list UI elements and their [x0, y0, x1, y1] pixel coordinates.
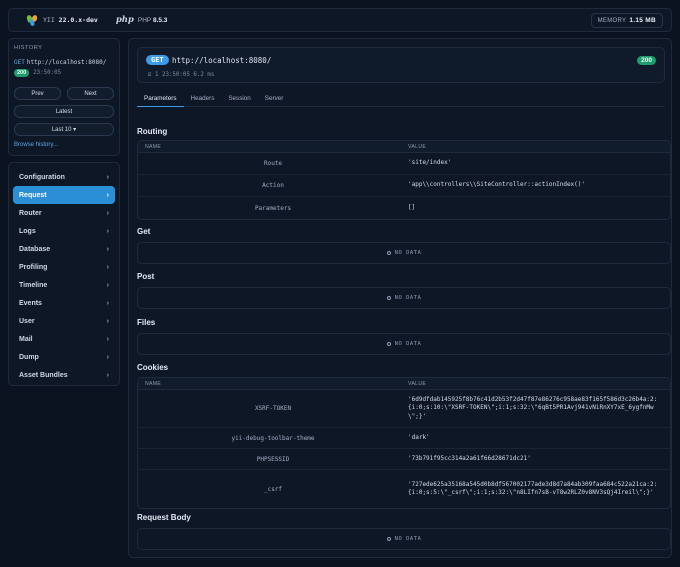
- top-bar: YII 22.0.x-dev php PHP 8.5.3 MEMORY 1.15 …: [8, 8, 672, 32]
- status-badge: 200: [14, 69, 30, 77]
- nav-item-logs[interactable]: Logs ›: [13, 222, 115, 240]
- empty-circle-icon: [386, 536, 391, 541]
- history-panel: HISTORY GET http://localhost:8080/ 200 23…: [8, 38, 120, 156]
- nav-item-database[interactable]: Database ›: [13, 240, 115, 258]
- nav-item-profiling[interactable]: Profiling ›: [13, 258, 115, 276]
- request-url: http://localhost:8080/: [172, 56, 272, 65]
- table-row: PHPSESSID '73b791f95cc314a2a61f66d28671dc…: [138, 449, 670, 470]
- table-row: Action'app\\controllers\\SiteController:…: [138, 175, 670, 197]
- chevron-right-icon: ›: [106, 281, 109, 289]
- post-empty-state: NO DATA: [137, 287, 671, 309]
- section-routing-title: Routing: [137, 127, 168, 136]
- next-button[interactable]: Next: [67, 87, 114, 100]
- chevron-right-icon: ›: [106, 335, 109, 343]
- table-row: yii-debug-toolbar-theme'dark': [138, 428, 670, 449]
- nav-item-router[interactable]: Router ›: [13, 204, 115, 222]
- get-empty-state: NO DATA: [137, 242, 671, 264]
- tab-server[interactable]: Server: [258, 93, 291, 107]
- empty-circle-icon: [386, 341, 391, 346]
- history-entry-meta: 200 23:50:05: [14, 69, 114, 77]
- table-header: NAME VALUE: [138, 141, 670, 153]
- method-badge: GET: [146, 55, 169, 65]
- yii-logo-icon: [25, 13, 39, 26]
- nav-item-timeline[interactable]: Timeline ›: [13, 276, 115, 294]
- section-request-body-title: Request Body: [137, 513, 191, 522]
- table-row: _csrf '727ede625a35168a545d0b8df567002177…: [263, 480, 658, 497]
- tab-headers[interactable]: Headers: [184, 93, 222, 107]
- nav-item-events[interactable]: Events ›: [13, 294, 115, 312]
- history-entry[interactable]: GET http://localhost:8080/: [14, 59, 114, 66]
- cookies-table: NAME VALUE XSRF-TOKEN '6d9dfdab145925f8b76…: [137, 377, 671, 509]
- history-time: 23:50:05: [33, 70, 62, 76]
- body-empty-state: NO DATA: [137, 528, 671, 550]
- table-row: Route'site/index': [138, 153, 670, 175]
- status-badge: 200: [637, 56, 656, 65]
- empty-circle-icon: [386, 295, 391, 300]
- last-select[interactable]: Last 10 ▾: [14, 123, 114, 136]
- section-post-title: Post: [137, 272, 155, 281]
- yii-version: YII 22.0.x-dev: [43, 16, 98, 24]
- section-files-title: Files: [137, 318, 156, 327]
- files-empty-state: NO DATA: [137, 333, 671, 355]
- chevron-right-icon: ›: [106, 353, 109, 361]
- table-row: XSRF-TOKEN '6d9dfdab145925f8b76c41d2b53f2…: [138, 390, 670, 428]
- chevron-right-icon: ›: [106, 191, 109, 199]
- request-summary: GET http://localhost:8080/ ⊡ 1 23:50:05 …: [137, 47, 665, 83]
- chevron-right-icon: ›: [106, 227, 109, 235]
- nav-item-user[interactable]: User ›: [13, 312, 115, 330]
- chevron-right-icon: ›: [106, 245, 109, 253]
- nav-item-request[interactable]: Request ›: [13, 186, 115, 204]
- section-get-title: Get: [137, 227, 151, 236]
- chevron-right-icon: ›: [106, 317, 109, 325]
- tab-parameters[interactable]: Parameters: [137, 93, 184, 107]
- memory-badge: MEMORY 1.15 MB: [590, 12, 663, 28]
- nav-item-configuration[interactable]: Configuration ›: [13, 168, 115, 186]
- chevron-right-icon: ›: [106, 263, 109, 271]
- request-meta: ⊡ 1 23:50:05 6.2 ms: [148, 72, 215, 78]
- nav-item-mail[interactable]: Mail ›: [13, 330, 115, 348]
- prev-button[interactable]: Prev: [14, 87, 61, 100]
- latest-button[interactable]: Latest: [14, 105, 114, 118]
- tab-bar: Parameters Headers Session Server: [137, 93, 665, 107]
- table-header: NAME VALUE: [138, 378, 670, 390]
- table-row: Parameters[]: [254, 203, 416, 212]
- chevron-right-icon: ›: [106, 173, 109, 181]
- php-version: php PHP 8.5.3: [115, 15, 168, 25]
- nav-item-asset-bundles[interactable]: Asset Bundles ›: [13, 366, 115, 384]
- chevron-right-icon: ›: [106, 299, 109, 307]
- panel-nav: Configuration › Request › Router › Logs › Da…: [8, 162, 120, 386]
- section-cookies-title: Cookies: [137, 363, 169, 372]
- request-panel: GET http://localhost:8080/ ⊡ 1 23:50:05 …: [128, 38, 672, 558]
- chevron-right-icon: ›: [106, 209, 109, 217]
- history-heading: HISTORY: [14, 45, 43, 51]
- routing-table: NAME VALUE Route'site/index' Action'app\\…: [137, 140, 671, 220]
- empty-circle-icon: [386, 250, 391, 255]
- php-logo-icon: php: [115, 15, 134, 25]
- chevron-right-icon: ›: [106, 371, 109, 379]
- browse-history-link[interactable]: Browse history...: [14, 142, 114, 148]
- tab-session[interactable]: Session: [221, 93, 257, 107]
- nav-item-dump[interactable]: Dump ›: [13, 348, 115, 366]
